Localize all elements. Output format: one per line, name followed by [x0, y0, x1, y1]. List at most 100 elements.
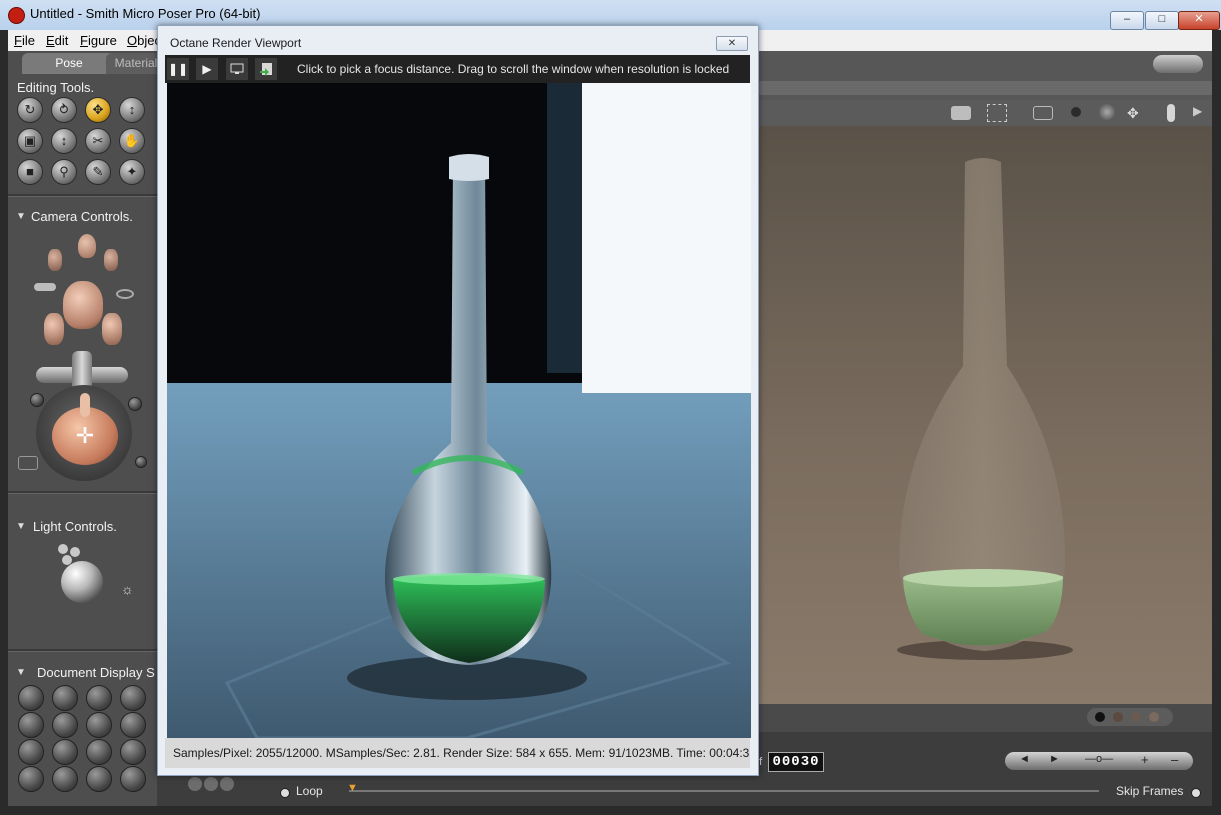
twist-icon[interactable]: ⥁ [51, 97, 77, 123]
display-style-ball-icon[interactable] [18, 712, 44, 738]
display-style-ball-icon[interactable] [86, 739, 112, 765]
scale-icon[interactable]: ▣ [17, 128, 43, 154]
app-logo-icon[interactable] [8, 7, 25, 24]
flask-rim-shape [449, 154, 489, 181]
display-style-ball-icon[interactable] [52, 766, 78, 792]
octane-render-window: Octane Render Viewport ✕ ❚❚ ▶ Click to p… [157, 25, 759, 776]
prev-frame-button[interactable]: ◄ [1019, 753, 1030, 765]
light-indicator-icon[interactable] [70, 547, 80, 557]
light-indicator-icon[interactable] [58, 544, 68, 554]
translate-in-out-icon[interactable]: ↕ [119, 97, 145, 123]
display-style-ball-icon[interactable] [52, 685, 78, 711]
shading-ball-icon[interactable] [1071, 107, 1081, 117]
collapse-triangle-icon[interactable]: ▼ [16, 521, 26, 532]
loop-radio[interactable] [280, 788, 290, 798]
move-icon[interactable]: ✥ [1127, 105, 1139, 122]
rotate-icon[interactable]: ↻ [17, 97, 43, 123]
menu-figure[interactable]: Figure [80, 33, 117, 48]
display-style-ball-icon[interactable] [86, 712, 112, 738]
pointing-hand-icon[interactable] [80, 393, 90, 417]
timeline-scrubber-icon[interactable]: ▼ [347, 782, 358, 794]
direct-manipulation-icon[interactable]: ✦ [119, 159, 145, 185]
morphing-tool-icon[interactable]: ✎ [85, 159, 111, 185]
loop-label: Loop [296, 784, 323, 798]
document-toolbar: ✥ ▶ [757, 100, 1212, 126]
octane-render-image[interactable] [167, 83, 751, 738]
play-button[interactable]: ▶ [196, 58, 218, 80]
small-ball-icon[interactable] [135, 456, 147, 468]
window-title: Untitled - Smith Micro Poser Pro (64-bit… [30, 6, 261, 21]
display-style-ball-icon[interactable] [120, 766, 146, 792]
main-camera-head-icon[interactable] [63, 281, 103, 329]
figure-icon[interactable] [1167, 104, 1175, 122]
viewport-footer [757, 704, 1212, 732]
display-style-ball-icon[interactable] [18, 739, 44, 765]
left-hand-camera-icon[interactable] [48, 249, 62, 271]
camera-icon[interactable] [18, 456, 38, 470]
frame-counter[interactable]: 00030 [768, 752, 824, 772]
face-camera-icon[interactable] [78, 234, 96, 258]
3d-preview-viewport[interactable] [757, 126, 1212, 704]
skip-frames-radio[interactable] [1191, 788, 1201, 798]
display-icon[interactable] [226, 58, 248, 80]
timeline-track[interactable] [349, 790, 1099, 792]
display-style-ball-icon[interactable] [86, 766, 112, 792]
next-frame-button[interactable]: ► [1049, 753, 1060, 765]
display-style-ball-icon[interactable] [52, 712, 78, 738]
orbit-icon[interactable] [116, 289, 134, 299]
minimize-button[interactable]: – [1110, 11, 1144, 30]
display-style-ball-icon[interactable] [120, 712, 146, 738]
light-sphere-icon[interactable] [61, 561, 103, 603]
right-hand-icon[interactable] [102, 313, 122, 345]
swatch-brown[interactable] [1113, 712, 1123, 722]
key-icon[interactable] [34, 283, 56, 291]
playback-controls-pill: ◄ ► —o— + – [1005, 752, 1193, 770]
left-hand-icon[interactable] [44, 313, 64, 345]
keyframe-button[interactable]: —o— [1085, 753, 1113, 765]
save-image-icon[interactable] [255, 58, 277, 80]
tab-pose[interactable]: Pose [22, 53, 116, 74]
menu-edit[interactable]: Edit [46, 33, 68, 48]
liquid-surface-shape [393, 573, 545, 585]
wireframe-ball-icon[interactable] [1099, 104, 1115, 120]
chain-break-icon[interactable]: ✂ [85, 128, 111, 154]
right-hand-camera-icon[interactable] [104, 249, 118, 271]
maximize-button[interactable]: □ [1145, 11, 1179, 30]
display-style-ball-icon[interactable] [18, 766, 44, 792]
display-style-ball-icon[interactable] [18, 685, 44, 711]
small-ball-icon[interactable] [128, 397, 142, 411]
small-ball-icon[interactable] [30, 393, 44, 407]
swatch-dark[interactable] [1095, 712, 1105, 722]
grouping-icon[interactable]: ■ [17, 159, 43, 185]
swatch-light[interactable] [1149, 712, 1159, 722]
camera-select-icon[interactable] [951, 106, 971, 120]
taper-icon[interactable]: ↕ [51, 128, 77, 154]
display-style-ball-icon[interactable] [120, 685, 146, 711]
options-toggle-icon[interactable] [1153, 55, 1203, 73]
preview-scene [897, 158, 1073, 660]
display-style-ball-icon[interactable] [120, 739, 146, 765]
editing-tools-grid: ↻ ⥁ ✥ ↕ ▣ ↕ ✂ ✋ ■ ⚲ ✎ ✦ [14, 97, 154, 197]
menu-file[interactable]: File [14, 33, 35, 48]
collapse-triangle-icon[interactable]: ▼ [16, 211, 26, 222]
add-keyframe-button[interactable]: + [1141, 752, 1149, 767]
render-camera-icon[interactable] [1033, 106, 1053, 120]
octane-close-button[interactable]: ✕ [716, 36, 748, 51]
camera-controls-title: Camera Controls. [31, 209, 133, 224]
sun-icon[interactable]: ☼ [121, 581, 134, 597]
display-style-ball-icon[interactable] [52, 739, 78, 765]
view-magnifier-icon[interactable]: ⚲ [51, 159, 77, 185]
editing-tools-title: Editing Tools. [17, 80, 95, 95]
chevron-right-icon[interactable]: ▶ [1193, 104, 1202, 118]
remove-keyframe-button[interactable]: – [1171, 752, 1178, 767]
close-button[interactable]: ✕ [1178, 11, 1220, 30]
liquid-surface-shape [903, 569, 1063, 587]
display-style-ball-icon[interactable] [86, 685, 112, 711]
collapse-triangle-icon[interactable]: ▼ [16, 667, 26, 678]
color-icon[interactable]: ✋ [119, 128, 145, 154]
pause-button[interactable]: ❚❚ [167, 58, 189, 80]
translate-icon[interactable]: ✥ [85, 97, 111, 123]
frame-select-icon[interactable] [987, 104, 1007, 122]
swatch-taupe[interactable] [1131, 712, 1141, 722]
dark-background-shape [167, 83, 582, 383]
